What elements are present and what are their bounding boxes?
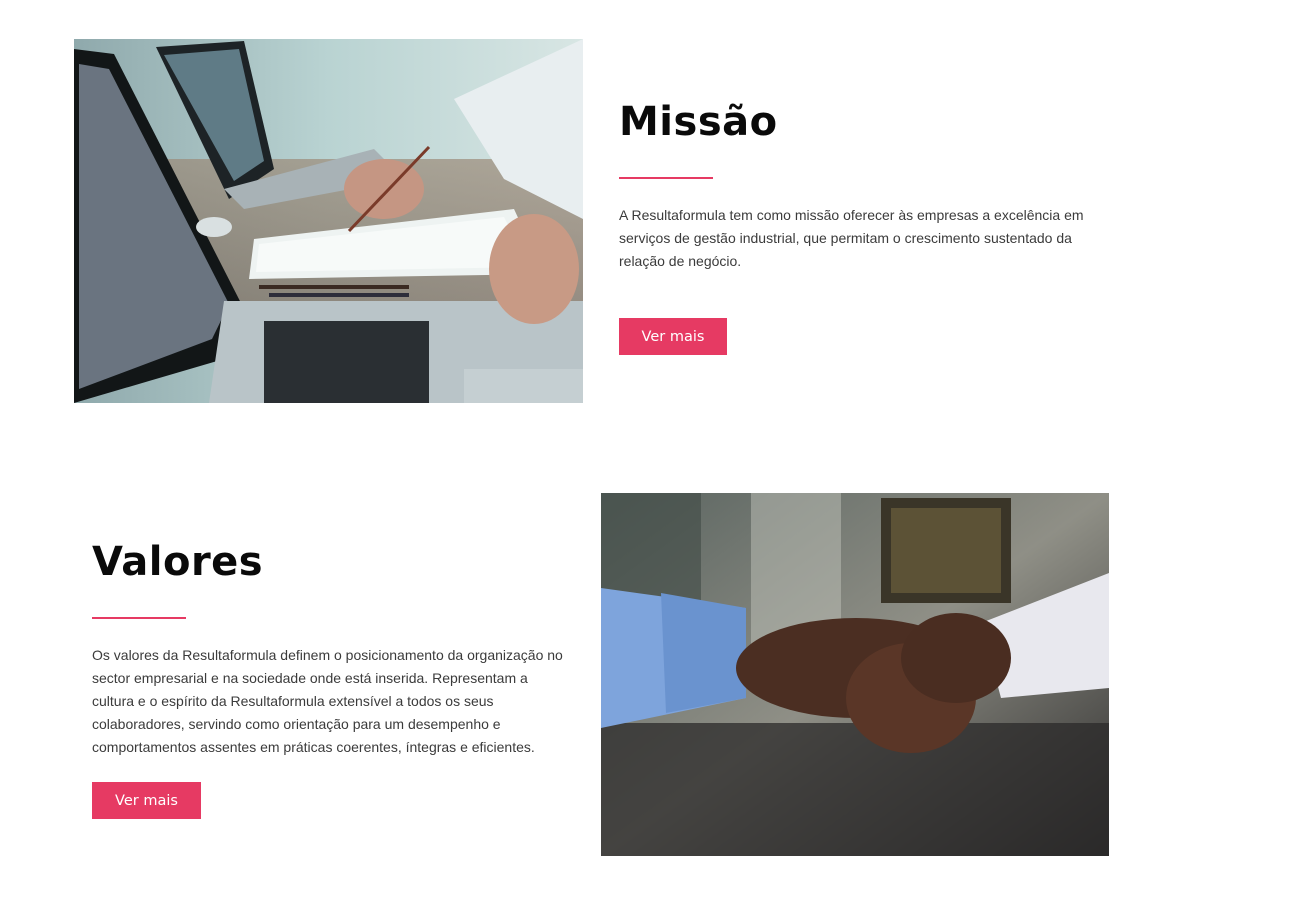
- missao-text: A Resultaformula tem como missão oferece…: [619, 207, 1084, 269]
- valores-image: [601, 493, 1109, 856]
- missao-ver-mais-button[interactable]: Ver mais: [619, 318, 727, 355]
- missao-section: Missão A Resultaformula tem como missão …: [619, 98, 1099, 355]
- valores-ver-mais-button[interactable]: Ver mais: [92, 782, 201, 819]
- valores-section: Valores Os valores da Resultaformula def…: [92, 538, 572, 819]
- missao-image: [74, 39, 583, 403]
- missao-title: Missão: [619, 99, 778, 145]
- valores-text: Os valores da Resultaformula definem o p…: [92, 647, 563, 755]
- missao-divider: [619, 177, 713, 179]
- valores-title: Valores: [92, 539, 264, 585]
- valores-divider: [92, 617, 186, 619]
